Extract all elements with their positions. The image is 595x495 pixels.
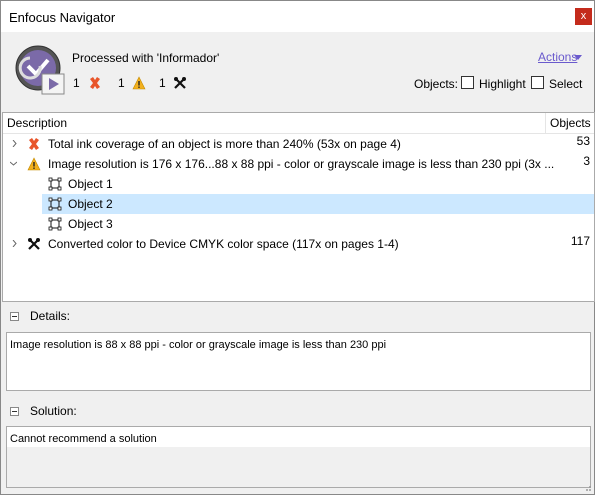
tree-row-child[interactable]: Object 3 xyxy=(3,214,594,234)
row-text: Image resolution is 176 x 176...88 x 88 … xyxy=(48,157,555,171)
chevron-down-icon[interactable] xyxy=(10,160,17,167)
tree-row-child[interactable]: Object 1 xyxy=(3,174,594,194)
details-section-header[interactable]: Details: xyxy=(1,309,594,327)
highlight-label[interactable]: Highlight xyxy=(479,77,526,91)
object-icon xyxy=(48,217,62,231)
column-header-description[interactable]: Description xyxy=(3,113,545,134)
object-icon xyxy=(48,177,62,191)
objects-label: Objects: xyxy=(414,77,459,91)
highlight-checkbox[interactable] xyxy=(461,76,474,89)
tree-row-child-selected[interactable]: Object 2 xyxy=(42,194,594,214)
row-text: Converted color to Device CMYK color spa… xyxy=(48,237,399,251)
row-count: 117 xyxy=(570,234,590,248)
enfocus-logo-icon xyxy=(15,45,65,95)
error-count: 1 xyxy=(73,76,80,90)
tree-row[interactable]: Converted color to Device CMYK color spa… xyxy=(3,234,594,254)
row-text: Total ink coverage of an object is more … xyxy=(48,137,401,151)
collapse-icon[interactable] xyxy=(10,407,19,416)
row-text: Object 2 xyxy=(68,197,113,211)
resize-grip-icon[interactable] xyxy=(582,482,592,492)
row-count: 3 xyxy=(583,154,590,168)
select-checkbox[interactable] xyxy=(531,76,544,89)
tools-icon xyxy=(28,238,40,250)
results-tree[interactable]: Description Objects Total ink coverage o… xyxy=(2,112,595,302)
fix-count: 1 xyxy=(159,76,166,90)
chevron-right-icon[interactable] xyxy=(11,140,18,147)
row-count: 53 xyxy=(576,134,590,148)
details-label: Details: xyxy=(30,309,71,323)
header-panel: Processed with 'Informador' 1 1 1 Action… xyxy=(1,32,594,106)
window-title: Enfocus Navigator xyxy=(9,10,116,25)
error-icon xyxy=(90,77,100,89)
collapse-icon[interactable] xyxy=(10,312,19,321)
select-label[interactable]: Select xyxy=(549,77,582,91)
processed-text: Processed with 'Informador' xyxy=(72,51,220,65)
title-bar[interactable]: Enfocus Navigator x xyxy=(1,1,594,32)
object-icon xyxy=(48,197,62,211)
chevron-right-icon[interactable] xyxy=(11,240,18,247)
solution-section-header[interactable]: Solution: xyxy=(1,404,594,422)
actions-menu[interactable]: Actions xyxy=(538,50,577,64)
solution-label: Solution: xyxy=(30,404,77,418)
solution-text: Cannot recommend a solution xyxy=(10,433,157,445)
tree-row[interactable]: Total ink coverage of an object is more … xyxy=(3,134,594,154)
tree-row[interactable]: Image resolution is 176 x 176...88 x 88 … xyxy=(3,154,594,174)
close-button[interactable]: x xyxy=(575,8,592,25)
tools-icon xyxy=(174,77,186,89)
row-text: Object 3 xyxy=(68,217,113,231)
error-icon xyxy=(29,138,39,150)
details-text-box[interactable]: Image resolution is 88 x 88 ppi - color … xyxy=(6,332,591,391)
warning-icon xyxy=(132,76,146,90)
solution-text-box[interactable]: Cannot recommend a solution xyxy=(6,426,591,488)
chevron-down-icon[interactable] xyxy=(574,55,582,60)
navigator-window: Enfocus Navigator x Processed with 'Info… xyxy=(0,0,595,495)
warning-count: 1 xyxy=(118,76,125,90)
row-text: Object 1 xyxy=(68,177,113,191)
details-text: Image resolution is 88 x 88 ppi - color … xyxy=(10,339,387,351)
warning-icon xyxy=(27,157,41,171)
